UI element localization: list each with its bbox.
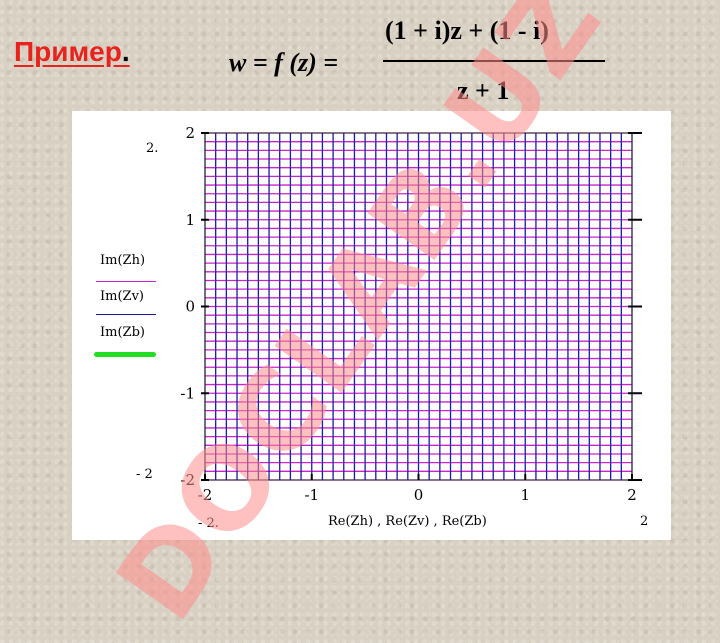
slide-title: Пример. (14, 36, 130, 68)
y-tick-label-2: 0 (185, 298, 195, 316)
formula-numerator: (1 + i)z + (1 - i) (385, 16, 549, 45)
x-tick-label-0: -2 (198, 486, 213, 504)
y-tick-label-4: -2 (180, 471, 195, 489)
formula-denominator: z + 1 (457, 76, 510, 105)
chart-svg: -2 -1 0 1 2 2 1 0 -1 -2 (180, 124, 642, 504)
formula-lhs: w = f (z) = (229, 48, 339, 77)
fraction-bar (383, 60, 605, 62)
slide-title-dot: . (121, 36, 130, 67)
y-tick-label-0: 2 (185, 124, 195, 142)
x-tick-label-2: 0 (414, 486, 424, 504)
x-tick-label-3: 1 (520, 486, 530, 504)
y-tick-label-1: 1 (185, 211, 195, 229)
slide-title-text: Пример (14, 36, 122, 67)
y-tick-label-3: -1 (180, 384, 195, 402)
x-tick-label-1: -1 (304, 486, 319, 504)
formula: w = f (z) = (1 + i)z + (1 - i) z + 1 (225, 10, 625, 110)
plot-panel: 2. - 2 - 2. 2 Re(Zh) , Re(Zv) , Re(Zb) I… (72, 111, 671, 540)
x-tick-label-4: 2 (627, 486, 637, 504)
